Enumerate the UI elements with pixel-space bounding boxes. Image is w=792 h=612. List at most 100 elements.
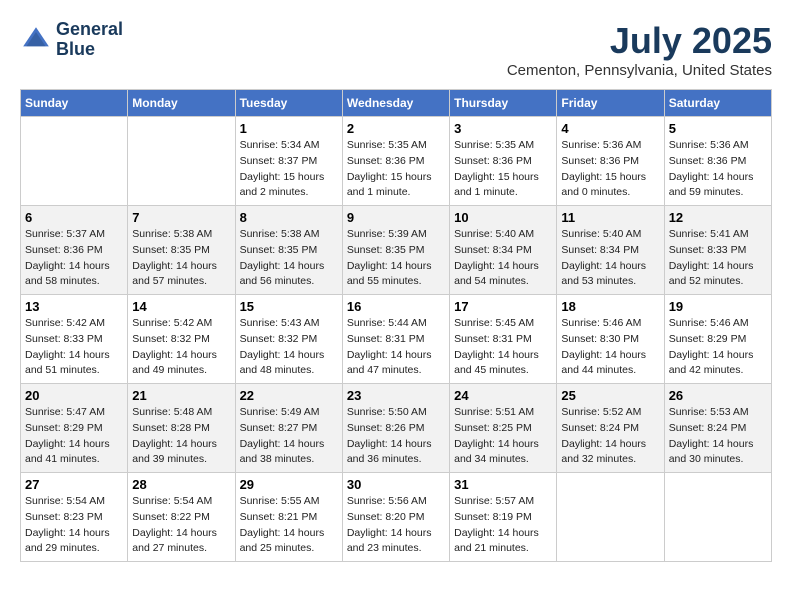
- calendar-header-row: SundayMondayTuesdayWednesdayThursdayFrid…: [21, 90, 772, 117]
- calendar-cell: 13 Sunrise: 5:42 AM Sunset: 8:33 PM Dayli…: [21, 295, 128, 384]
- calendar-cell: 16 Sunrise: 5:44 AM Sunset: 8:31 PM Dayli…: [342, 295, 449, 384]
- day-info: Sunrise: 5:42 AM Sunset: 8:32 PM Dayligh…: [132, 316, 230, 379]
- day-info: Sunrise: 5:49 AM Sunset: 8:27 PM Dayligh…: [240, 405, 338, 468]
- day-info: Sunrise: 5:41 AM Sunset: 8:33 PM Dayligh…: [669, 227, 767, 290]
- calendar-cell: 17 Sunrise: 5:45 AM Sunset: 8:31 PM Dayli…: [450, 295, 557, 384]
- calendar-cell: 28 Sunrise: 5:54 AM Sunset: 8:22 PM Dayli…: [128, 473, 235, 562]
- calendar-week-row: 6 Sunrise: 5:37 AM Sunset: 8:36 PM Daylig…: [21, 206, 772, 295]
- calendar-cell: 14 Sunrise: 5:42 AM Sunset: 8:32 PM Dayli…: [128, 295, 235, 384]
- location-title: Cementon, Pennsylvania, United States: [507, 62, 772, 79]
- calendar-cell: 15Sunrise: 5:43 AM Sunset: 8:32 PM Dayli…: [235, 295, 342, 384]
- calendar-cell: 31 Sunrise: 5:57 AM Sunset: 8:19 PM Dayli…: [450, 473, 557, 562]
- calendar-cell: 12 Sunrise: 5:41 AM Sunset: 8:33 PM Dayli…: [664, 206, 771, 295]
- day-info: Sunrise: 5:54 AM Sunset: 8:23 PM Dayligh…: [25, 494, 123, 557]
- logo-icon: [20, 24, 52, 56]
- calendar-cell: 10Sunrise: 5:40 AM Sunset: 8:34 PM Dayli…: [450, 206, 557, 295]
- title-block: July 2025 Cementon, Pennsylvania, United…: [507, 20, 772, 79]
- day-info: Sunrise: 5:51 AM Sunset: 8:25 PM Dayligh…: [454, 405, 552, 468]
- calendar-cell: [557, 473, 664, 562]
- day-number: 16: [347, 299, 445, 314]
- day-info: Sunrise: 5:36 AM Sunset: 8:36 PM Dayligh…: [669, 138, 767, 201]
- day-info: Sunrise: 5:44 AM Sunset: 8:31 PM Dayligh…: [347, 316, 445, 379]
- calendar-cell: 21 Sunrise: 5:48 AM Sunset: 8:28 PM Dayli…: [128, 384, 235, 473]
- day-info: Sunrise: 5:38 AM Sunset: 8:35 PM Dayligh…: [240, 227, 338, 290]
- day-number: 20: [25, 388, 123, 403]
- calendar-cell: 22Sunrise: 5:49 AM Sunset: 8:27 PM Dayli…: [235, 384, 342, 473]
- day-of-week-header: Saturday: [664, 90, 771, 117]
- day-number: 1: [240, 121, 338, 136]
- day-number: 29: [240, 477, 338, 492]
- calendar-cell: 5 Sunrise: 5:36 AM Sunset: 8:36 PM Daylig…: [664, 117, 771, 206]
- day-of-week-header: Monday: [128, 90, 235, 117]
- calendar-cell: [664, 473, 771, 562]
- day-info: Sunrise: 5:38 AM Sunset: 8:35 PM Dayligh…: [132, 227, 230, 290]
- day-number: 30: [347, 477, 445, 492]
- calendar-week-row: 27 Sunrise: 5:54 AM Sunset: 8:23 PM Dayli…: [21, 473, 772, 562]
- day-info: Sunrise: 5:35 AM Sunset: 8:36 PM Dayligh…: [347, 138, 445, 201]
- calendar-cell: [21, 117, 128, 206]
- day-info: Sunrise: 5:57 AM Sunset: 8:19 PM Dayligh…: [454, 494, 552, 557]
- day-number: 19: [669, 299, 767, 314]
- day-info: Sunrise: 5:39 AM Sunset: 8:35 PM Dayligh…: [347, 227, 445, 290]
- day-info: Sunrise: 5:37 AM Sunset: 8:36 PM Dayligh…: [25, 227, 123, 290]
- day-number: 23: [347, 388, 445, 403]
- calendar-cell: 11Sunrise: 5:40 AM Sunset: 8:34 PM Dayli…: [557, 206, 664, 295]
- day-number: 18: [561, 299, 659, 314]
- day-number: 6: [25, 210, 123, 225]
- day-number: 15: [240, 299, 338, 314]
- day-info: Sunrise: 5:50 AM Sunset: 8:26 PM Dayligh…: [347, 405, 445, 468]
- day-number: 14: [132, 299, 230, 314]
- calendar-week-row: 13 Sunrise: 5:42 AM Sunset: 8:33 PM Dayli…: [21, 295, 772, 384]
- calendar-cell: 3 Sunrise: 5:35 AM Sunset: 8:36 PM Daylig…: [450, 117, 557, 206]
- day-number: 24: [454, 388, 552, 403]
- day-number: 31: [454, 477, 552, 492]
- day-info: Sunrise: 5:36 AM Sunset: 8:36 PM Dayligh…: [561, 138, 659, 201]
- calendar-cell: 18 Sunrise: 5:46 AM Sunset: 8:30 PM Dayli…: [557, 295, 664, 384]
- calendar-cell: 23 Sunrise: 5:50 AM Sunset: 8:26 PM Dayli…: [342, 384, 449, 473]
- day-number: 27: [25, 477, 123, 492]
- calendar-table: SundayMondayTuesdayWednesdayThursdayFrid…: [20, 89, 772, 562]
- calendar-cell: 20 Sunrise: 5:47 AM Sunset: 8:29 PM Dayli…: [21, 384, 128, 473]
- calendar-cell: 25 Sunrise: 5:52 AM Sunset: 8:24 PM Dayli…: [557, 384, 664, 473]
- day-number: 5: [669, 121, 767, 136]
- day-info: Sunrise: 5:52 AM Sunset: 8:24 PM Dayligh…: [561, 405, 659, 468]
- day-number: 3: [454, 121, 552, 136]
- day-number: 26: [669, 388, 767, 403]
- day-info: Sunrise: 5:48 AM Sunset: 8:28 PM Dayligh…: [132, 405, 230, 468]
- day-number: 10: [454, 210, 552, 225]
- day-number: 28: [132, 477, 230, 492]
- day-number: 12: [669, 210, 767, 225]
- logo-text: General Blue: [56, 20, 123, 60]
- month-title: July 2025: [507, 20, 772, 62]
- day-info: Sunrise: 5:45 AM Sunset: 8:31 PM Dayligh…: [454, 316, 552, 379]
- calendar-cell: 2Sunrise: 5:35 AM Sunset: 8:36 PM Daylig…: [342, 117, 449, 206]
- day-of-week-header: Friday: [557, 90, 664, 117]
- calendar-cell: 19Sunrise: 5:46 AM Sunset: 8:29 PM Dayli…: [664, 295, 771, 384]
- day-info: Sunrise: 5:40 AM Sunset: 8:34 PM Dayligh…: [561, 227, 659, 290]
- day-info: Sunrise: 5:46 AM Sunset: 8:30 PM Dayligh…: [561, 316, 659, 379]
- calendar-cell: 1Sunrise: 5:34 AM Sunset: 8:37 PM Daylig…: [235, 117, 342, 206]
- day-number: 9: [347, 210, 445, 225]
- calendar-cell: 6 Sunrise: 5:37 AM Sunset: 8:36 PM Daylig…: [21, 206, 128, 295]
- day-of-week-header: Thursday: [450, 90, 557, 117]
- calendar-cell: 29 Sunrise: 5:55 AM Sunset: 8:21 PM Dayli…: [235, 473, 342, 562]
- logo-line2: Blue: [56, 40, 123, 60]
- calendar-week-row: 1Sunrise: 5:34 AM Sunset: 8:37 PM Daylig…: [21, 117, 772, 206]
- day-info: Sunrise: 5:42 AM Sunset: 8:33 PM Dayligh…: [25, 316, 123, 379]
- day-number: 7: [132, 210, 230, 225]
- day-info: Sunrise: 5:54 AM Sunset: 8:22 PM Dayligh…: [132, 494, 230, 557]
- day-info: Sunrise: 5:47 AM Sunset: 8:29 PM Dayligh…: [25, 405, 123, 468]
- day-number: 21: [132, 388, 230, 403]
- calendar-cell: 8Sunrise: 5:38 AM Sunset: 8:35 PM Daylig…: [235, 206, 342, 295]
- day-number: 25: [561, 388, 659, 403]
- day-info: Sunrise: 5:55 AM Sunset: 8:21 PM Dayligh…: [240, 494, 338, 557]
- day-info: Sunrise: 5:53 AM Sunset: 8:24 PM Dayligh…: [669, 405, 767, 468]
- day-info: Sunrise: 5:56 AM Sunset: 8:20 PM Dayligh…: [347, 494, 445, 557]
- day-info: Sunrise: 5:35 AM Sunset: 8:36 PM Dayligh…: [454, 138, 552, 201]
- day-of-week-header: Tuesday: [235, 90, 342, 117]
- page-header: General Blue July 2025 Cementon, Pennsyl…: [20, 20, 772, 79]
- day-number: 13: [25, 299, 123, 314]
- logo: General Blue: [20, 20, 123, 60]
- day-number: 17: [454, 299, 552, 314]
- calendar-cell: [128, 117, 235, 206]
